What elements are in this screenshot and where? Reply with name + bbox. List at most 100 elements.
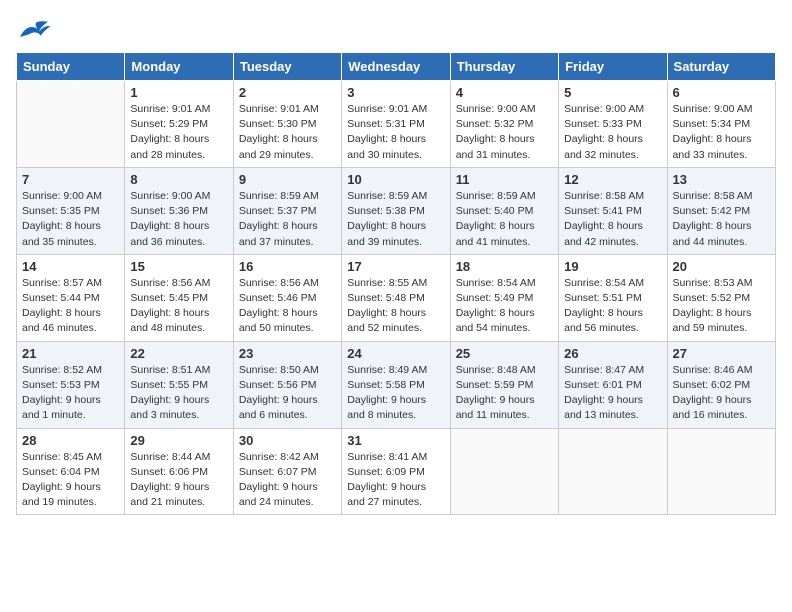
day-info: Sunrise: 8:51 AMSunset: 5:55 PMDaylight:… xyxy=(130,363,227,424)
day-number: 26 xyxy=(564,346,661,361)
page-header xyxy=(16,16,776,44)
calendar-table: SundayMondayTuesdayWednesdayThursdayFrid… xyxy=(16,52,776,515)
day-cell: 3 Sunrise: 9:01 AMSunset: 5:31 PMDaylight… xyxy=(342,81,450,168)
day-number: 1 xyxy=(130,85,227,100)
day-number: 18 xyxy=(456,259,553,274)
day-header-tuesday: Tuesday xyxy=(233,53,341,81)
day-cell: 12 Sunrise: 8:58 AMSunset: 5:41 PMDayligh… xyxy=(559,167,667,254)
day-info: Sunrise: 8:47 AMSunset: 6:01 PMDaylight:… xyxy=(564,363,661,424)
day-info: Sunrise: 9:01 AMSunset: 5:29 PMDaylight:… xyxy=(130,102,227,163)
day-cell: 31 Sunrise: 8:41 AMSunset: 6:09 PMDayligh… xyxy=(342,428,450,515)
day-cell: 24 Sunrise: 8:49 AMSunset: 5:58 PMDayligh… xyxy=(342,341,450,428)
day-cell: 2 Sunrise: 9:01 AMSunset: 5:30 PMDaylight… xyxy=(233,81,341,168)
day-cell xyxy=(17,81,125,168)
day-info: Sunrise: 8:54 AMSunset: 5:51 PMDaylight:… xyxy=(564,276,661,337)
day-cell: 22 Sunrise: 8:51 AMSunset: 5:55 PMDayligh… xyxy=(125,341,233,428)
day-cell: 13Sunrise: 8:58 AMSunset: 5:42 PMDayligh… xyxy=(667,167,775,254)
day-cell: 14Sunrise: 8:57 AMSunset: 5:44 PMDayligh… xyxy=(17,254,125,341)
day-info: Sunrise: 8:50 AMSunset: 5:56 PMDaylight:… xyxy=(239,363,336,424)
day-number: 24 xyxy=(347,346,444,361)
logo xyxy=(16,16,56,44)
day-number: 28 xyxy=(22,433,119,448)
day-cell: 6 Sunrise: 9:00 AMSunset: 5:34 PMDaylight… xyxy=(667,81,775,168)
day-info: Sunrise: 9:01 AMSunset: 5:31 PMDaylight:… xyxy=(347,102,444,163)
day-number: 30 xyxy=(239,433,336,448)
day-info: Sunrise: 8:56 AMSunset: 5:45 PMDaylight:… xyxy=(130,276,227,337)
week-row-5: 28 Sunrise: 8:45 AMSunset: 6:04 PMDayligh… xyxy=(17,428,776,515)
day-number: 11 xyxy=(456,172,553,187)
day-cell: 30 Sunrise: 8:42 AMSunset: 6:07 PMDayligh… xyxy=(233,428,341,515)
day-cell: 17Sunrise: 8:55 AMSunset: 5:48 PMDayligh… xyxy=(342,254,450,341)
day-number: 27 xyxy=(673,346,770,361)
day-cell: 15Sunrise: 8:56 AMSunset: 5:45 PMDayligh… xyxy=(125,254,233,341)
day-info: Sunrise: 8:45 AMSunset: 6:04 PMDaylight:… xyxy=(22,450,119,511)
day-cell: 9 Sunrise: 8:59 AMSunset: 5:37 PMDaylight… xyxy=(233,167,341,254)
header-row: SundayMondayTuesdayWednesdayThursdayFrid… xyxy=(17,53,776,81)
day-cell: 5Sunrise: 9:00 AMSunset: 5:33 PMDaylight… xyxy=(559,81,667,168)
day-info: Sunrise: 8:57 AMSunset: 5:44 PMDaylight:… xyxy=(22,276,119,337)
day-number: 13 xyxy=(673,172,770,187)
day-cell: 28 Sunrise: 8:45 AMSunset: 6:04 PMDayligh… xyxy=(17,428,125,515)
day-number: 10 xyxy=(347,172,444,187)
day-number: 6 xyxy=(673,85,770,100)
day-info: Sunrise: 8:41 AMSunset: 6:09 PMDaylight:… xyxy=(347,450,444,511)
day-number: 31 xyxy=(347,433,444,448)
day-info: Sunrise: 9:00 AMSunset: 5:34 PMDaylight:… xyxy=(673,102,770,163)
day-cell: 1 Sunrise: 9:01 AMSunset: 5:29 PMDaylight… xyxy=(125,81,233,168)
day-cell: 11 Sunrise: 8:59 AMSunset: 5:40 PMDayligh… xyxy=(450,167,558,254)
day-cell: 27 Sunrise: 8:46 AMSunset: 6:02 PMDayligh… xyxy=(667,341,775,428)
day-header-sunday: Sunday xyxy=(17,53,125,81)
day-header-friday: Friday xyxy=(559,53,667,81)
day-cell: 23 Sunrise: 8:50 AMSunset: 5:56 PMDayligh… xyxy=(233,341,341,428)
week-row-3: 14Sunrise: 8:57 AMSunset: 5:44 PMDayligh… xyxy=(17,254,776,341)
day-number: 9 xyxy=(239,172,336,187)
week-row-4: 21Sunrise: 8:52 AMSunset: 5:53 PMDayligh… xyxy=(17,341,776,428)
day-info: Sunrise: 9:00 AMSunset: 5:36 PMDaylight:… xyxy=(130,189,227,250)
day-info: Sunrise: 8:49 AMSunset: 5:58 PMDaylight:… xyxy=(347,363,444,424)
day-cell: 26 Sunrise: 8:47 AMSunset: 6:01 PMDayligh… xyxy=(559,341,667,428)
day-header-saturday: Saturday xyxy=(667,53,775,81)
day-cell: 10Sunrise: 8:59 AMSunset: 5:38 PMDayligh… xyxy=(342,167,450,254)
day-cell xyxy=(559,428,667,515)
day-number: 12 xyxy=(564,172,661,187)
day-info: Sunrise: 9:00 AMSunset: 5:35 PMDaylight:… xyxy=(22,189,119,250)
day-cell: 29 Sunrise: 8:44 AMSunset: 6:06 PMDayligh… xyxy=(125,428,233,515)
day-info: Sunrise: 8:59 AMSunset: 5:37 PMDaylight:… xyxy=(239,189,336,250)
day-cell: 20Sunrise: 8:53 AMSunset: 5:52 PMDayligh… xyxy=(667,254,775,341)
day-number: 7 xyxy=(22,172,119,187)
day-cell: 18 Sunrise: 8:54 AMSunset: 5:49 PMDayligh… xyxy=(450,254,558,341)
day-info: Sunrise: 8:59 AMSunset: 5:40 PMDaylight:… xyxy=(456,189,553,250)
day-number: 8 xyxy=(130,172,227,187)
day-number: 29 xyxy=(130,433,227,448)
day-info: Sunrise: 9:00 AMSunset: 5:33 PMDaylight:… xyxy=(564,102,661,163)
day-cell: 19 Sunrise: 8:54 AMSunset: 5:51 PMDayligh… xyxy=(559,254,667,341)
day-info: Sunrise: 8:58 AMSunset: 5:41 PMDaylight:… xyxy=(564,189,661,250)
day-info: Sunrise: 8:56 AMSunset: 5:46 PMDaylight:… xyxy=(239,276,336,337)
week-row-2: 7 Sunrise: 9:00 AMSunset: 5:35 PMDaylight… xyxy=(17,167,776,254)
day-number: 23 xyxy=(239,346,336,361)
day-cell: 21Sunrise: 8:52 AMSunset: 5:53 PMDayligh… xyxy=(17,341,125,428)
day-cell xyxy=(450,428,558,515)
week-row-1: 1 Sunrise: 9:01 AMSunset: 5:29 PMDaylight… xyxy=(17,81,776,168)
day-cell: 25 Sunrise: 8:48 AMSunset: 5:59 PMDayligh… xyxy=(450,341,558,428)
day-info: Sunrise: 8:48 AMSunset: 5:59 PMDaylight:… xyxy=(456,363,553,424)
day-number: 22 xyxy=(130,346,227,361)
day-info: Sunrise: 8:44 AMSunset: 6:06 PMDaylight:… xyxy=(130,450,227,511)
day-number: 17 xyxy=(347,259,444,274)
day-number: 2 xyxy=(239,85,336,100)
day-info: Sunrise: 8:42 AMSunset: 6:07 PMDaylight:… xyxy=(239,450,336,511)
day-info: Sunrise: 8:46 AMSunset: 6:02 PMDaylight:… xyxy=(673,363,770,424)
day-header-thursday: Thursday xyxy=(450,53,558,81)
day-cell: 8 Sunrise: 9:00 AMSunset: 5:36 PMDaylight… xyxy=(125,167,233,254)
logo-icon xyxy=(16,16,52,44)
day-cell xyxy=(667,428,775,515)
day-cell: 16 Sunrise: 8:56 AMSunset: 5:46 PMDayligh… xyxy=(233,254,341,341)
day-number: 3 xyxy=(347,85,444,100)
day-info: Sunrise: 8:54 AMSunset: 5:49 PMDaylight:… xyxy=(456,276,553,337)
day-number: 16 xyxy=(239,259,336,274)
day-info: Sunrise: 9:01 AMSunset: 5:30 PMDaylight:… xyxy=(239,102,336,163)
day-header-monday: Monday xyxy=(125,53,233,81)
day-number: 25 xyxy=(456,346,553,361)
day-header-wednesday: Wednesday xyxy=(342,53,450,81)
day-number: 19 xyxy=(564,259,661,274)
